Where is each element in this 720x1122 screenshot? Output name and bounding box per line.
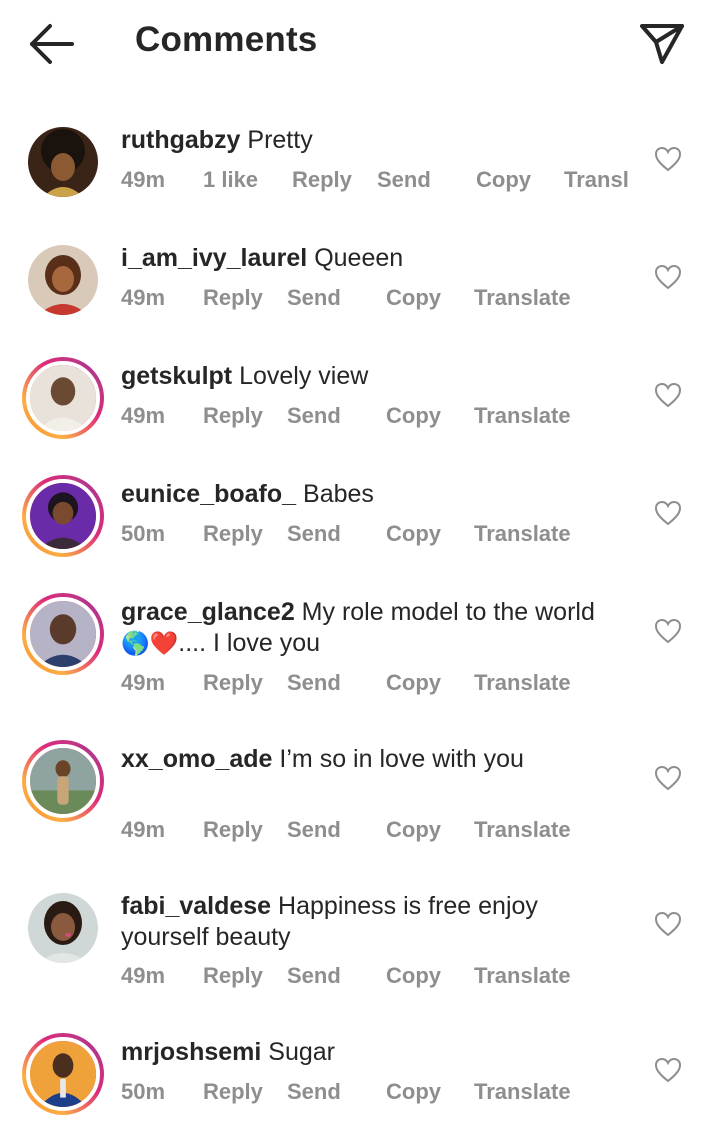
direct-message-button[interactable] — [638, 20, 686, 66]
paper-plane-icon — [640, 24, 684, 64]
page-title: Comments — [135, 20, 318, 59]
comment-username[interactable]: eunice_boafo_ — [121, 480, 296, 508]
comment-time: 49m — [121, 403, 166, 428]
comment-username[interactable]: mrjoshsemi — [121, 1038, 261, 1066]
comment-text: Sugar — [268, 1038, 336, 1066]
header-bar: Comments — [0, 0, 720, 90]
comment-text: Pretty — [247, 126, 313, 154]
translate-button[interactable]: Translate — [474, 1079, 571, 1105]
comment-text-continued: .... I love you — [178, 629, 321, 657]
heart-icon[interactable] — [654, 146, 682, 172]
avatar[interactable] — [22, 1033, 104, 1115]
reply-button[interactable]: Reply — [203, 817, 263, 843]
reply-button[interactable]: Reply — [203, 285, 263, 311]
send-button[interactable]: Send — [287, 521, 341, 547]
avatar[interactable] — [28, 245, 98, 315]
profile-photo — [30, 1041, 96, 1107]
comment-time: 50m — [121, 1079, 166, 1104]
translate-button[interactable]: Translate — [474, 521, 571, 547]
comment-time: 50m — [121, 521, 166, 546]
comment-time: 49m — [121, 963, 166, 988]
heart-icon[interactable] — [654, 618, 682, 644]
copy-button[interactable]: Copy — [476, 167, 531, 193]
avatar[interactable] — [22, 357, 104, 439]
translate-button[interactable]: Transl — [564, 167, 629, 193]
translate-button[interactable]: Translate — [474, 285, 571, 311]
comment-text: I’m so in love with you — [279, 745, 524, 773]
comment-username[interactable]: fabi_valdese — [121, 892, 271, 920]
profile-photo — [28, 893, 98, 963]
comment-username[interactable]: getskulpt — [121, 362, 232, 390]
heart-icon[interactable] — [654, 911, 682, 937]
comment-username[interactable]: i_am_ivy_laurel — [121, 244, 307, 272]
reply-button[interactable]: Reply — [292, 167, 352, 193]
comment-text: Babes — [303, 480, 374, 508]
avatar[interactable] — [28, 127, 98, 197]
send-button[interactable]: Send — [287, 285, 341, 311]
reply-button[interactable]: Reply — [203, 963, 263, 989]
comment-time: 49m — [121, 285, 166, 310]
avatar[interactable] — [22, 593, 104, 675]
reply-button[interactable]: Reply — [203, 670, 263, 696]
reply-button[interactable]: Reply — [203, 1079, 263, 1105]
reply-button[interactable]: Reply — [203, 403, 263, 429]
reply-button[interactable]: Reply — [203, 521, 263, 547]
avatar[interactable] — [22, 740, 104, 822]
likes-count[interactable]: 1 like — [203, 167, 258, 193]
send-button[interactable]: Send — [287, 963, 341, 989]
copy-button[interactable]: Copy — [386, 817, 441, 843]
copy-button[interactable]: Copy — [386, 670, 441, 696]
profile-photo — [30, 483, 96, 549]
copy-button[interactable]: Copy — [386, 521, 441, 547]
send-button[interactable]: Send — [287, 670, 341, 696]
heart-icon[interactable] — [654, 382, 682, 408]
avatar[interactable] — [28, 893, 98, 963]
comment-text: Queeen — [314, 244, 404, 272]
profile-photo — [28, 245, 98, 315]
profile-photo — [28, 127, 98, 197]
send-button[interactable]: Send — [377, 167, 431, 193]
profile-photo — [30, 365, 96, 431]
profile-photo — [30, 748, 96, 814]
heart-icon[interactable] — [654, 500, 682, 526]
heart-icon[interactable] — [654, 1057, 682, 1083]
copy-button[interactable]: Copy — [386, 285, 441, 311]
comment-username[interactable]: grace_glance2 — [121, 598, 295, 626]
avatar[interactable] — [22, 475, 104, 557]
emoji-globe-heart: 🌎❤️ — [121, 631, 179, 657]
back-button[interactable] — [28, 22, 76, 66]
translate-button[interactable]: Translate — [474, 817, 571, 843]
comment-username[interactable]: xx_omo_ade — [121, 745, 272, 773]
copy-button[interactable]: Copy — [386, 403, 441, 429]
comment-time: 49m — [121, 167, 166, 192]
copy-button[interactable]: Copy — [386, 963, 441, 989]
send-button[interactable]: Send — [287, 1079, 341, 1105]
comment-text: Happiness is free enjoy — [278, 892, 538, 920]
translate-button[interactable]: Translate — [474, 963, 571, 989]
send-button[interactable]: Send — [287, 403, 341, 429]
translate-button[interactable]: Translate — [474, 670, 571, 696]
profile-photo — [30, 601, 96, 667]
heart-icon[interactable] — [654, 765, 682, 791]
comment-username[interactable]: ruthgabzy — [121, 126, 240, 154]
comment-time: 49m — [121, 817, 166, 842]
comment-time: 49m — [121, 670, 166, 695]
comment-text: Lovely view — [239, 362, 369, 390]
arrow-left-icon — [30, 24, 74, 64]
heart-icon[interactable] — [654, 264, 682, 290]
translate-button[interactable]: Translate — [474, 403, 571, 429]
comment-text: My role model to the world — [301, 598, 595, 626]
comment-text-continued: yourself beauty — [121, 923, 291, 951]
copy-button[interactable]: Copy — [386, 1079, 441, 1105]
send-button[interactable]: Send — [287, 817, 341, 843]
